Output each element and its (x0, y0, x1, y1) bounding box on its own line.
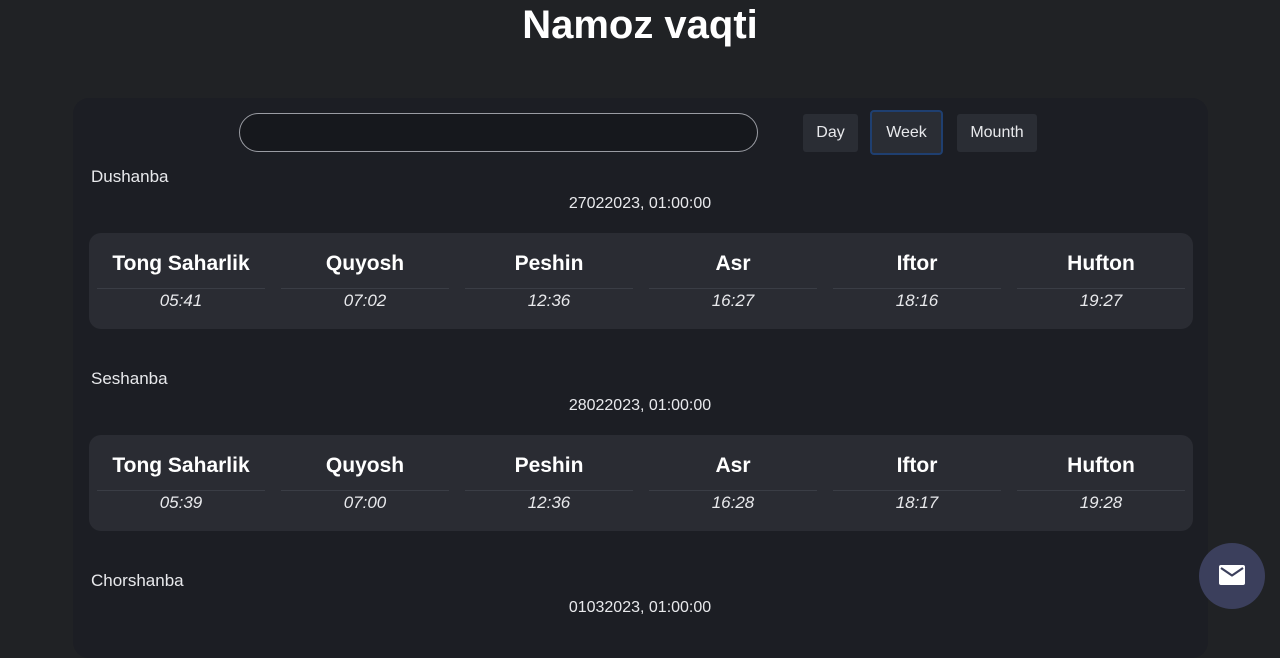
divider (281, 490, 449, 491)
month-view-button[interactable]: Mounth (957, 114, 1037, 152)
prayer-column: Hufton 19:28 (1017, 435, 1185, 531)
divider (1017, 288, 1185, 289)
prayer-times-card: Tong Saharlik 05:41 Quyosh 07:02 Peshin … (89, 233, 1193, 329)
prayer-time: 16:27 (711, 291, 755, 310)
prayer-column: Iftor 18:16 (833, 233, 1001, 329)
prayer-time: 07:02 (343, 291, 387, 310)
prayer-column: Peshin 12:36 (465, 435, 633, 531)
prayer-column: Hufton 19:27 (1017, 233, 1185, 329)
prayer-column: Peshin 12:36 (465, 233, 633, 329)
divider (1017, 490, 1185, 491)
prayer-column: Tong Saharlik 05:39 (97, 435, 265, 531)
date-label: 01032023, 01:00:00 (568, 599, 712, 616)
prayer-time: 18:17 (895, 493, 939, 512)
prayer-name: Quyosh (325, 252, 405, 275)
prayer-time: 16:28 (711, 493, 755, 512)
prayer-time: 12:36 (527, 291, 571, 310)
prayer-column: Quyosh 07:02 (281, 233, 449, 329)
divider (97, 288, 265, 289)
divider (833, 490, 1001, 491)
mail-button[interactable] (1199, 543, 1265, 609)
prayer-time: 18:16 (895, 291, 939, 310)
weekday-label: Seshanba (91, 369, 168, 388)
prayer-column: Asr 16:27 (649, 233, 817, 329)
prayer-name: Tong Saharlik (112, 252, 250, 275)
prayer-time: 05:41 (159, 291, 203, 310)
prayer-column: Quyosh 07:00 (281, 435, 449, 531)
prayer-column: Tong Saharlik 05:41 (97, 233, 265, 329)
prayer-column: Asr 16:28 (649, 435, 817, 531)
prayer-time: 19:28 (1079, 493, 1123, 512)
day-view-button[interactable]: Day (803, 114, 858, 152)
weekday-label: Chorshanba (91, 571, 184, 590)
date-label: 28022023, 01:00:00 (568, 397, 712, 414)
week-view-button[interactable]: Week (870, 110, 943, 155)
prayer-time: 12:36 (527, 493, 571, 512)
prayer-name: Iftor (896, 454, 938, 477)
prayer-time: 07:00 (343, 493, 387, 512)
prayer-name: Hufton (1067, 252, 1135, 275)
weekday-label: Dushanba (91, 167, 169, 186)
prayer-name: Asr (715, 252, 751, 275)
divider (649, 490, 817, 491)
prayer-column: Iftor 18:17 (833, 435, 1001, 531)
search-input[interactable] (239, 113, 758, 152)
divider (281, 288, 449, 289)
prayer-name: Tong Saharlik (112, 454, 250, 477)
divider (833, 288, 1001, 289)
prayer-name: Hufton (1067, 454, 1135, 477)
divider (649, 288, 817, 289)
prayer-name: Asr (715, 454, 751, 477)
page-title: Namoz vaqti (522, 3, 758, 47)
prayer-time: 05:39 (159, 493, 203, 512)
divider (465, 490, 633, 491)
divider (97, 490, 265, 491)
prayer-name: Quyosh (325, 454, 405, 477)
prayer-name: Peshin (514, 454, 584, 477)
prayer-name: Iftor (896, 252, 938, 275)
date-label: 27022023, 01:00:00 (568, 195, 712, 212)
prayer-time: 19:27 (1079, 291, 1123, 310)
divider (465, 288, 633, 289)
mail-icon (1219, 565, 1245, 585)
prayer-times-panel (73, 98, 1208, 658)
prayer-times-card: Tong Saharlik 05:39 Quyosh 07:00 Peshin … (89, 435, 1193, 531)
prayer-name: Peshin (514, 252, 584, 275)
